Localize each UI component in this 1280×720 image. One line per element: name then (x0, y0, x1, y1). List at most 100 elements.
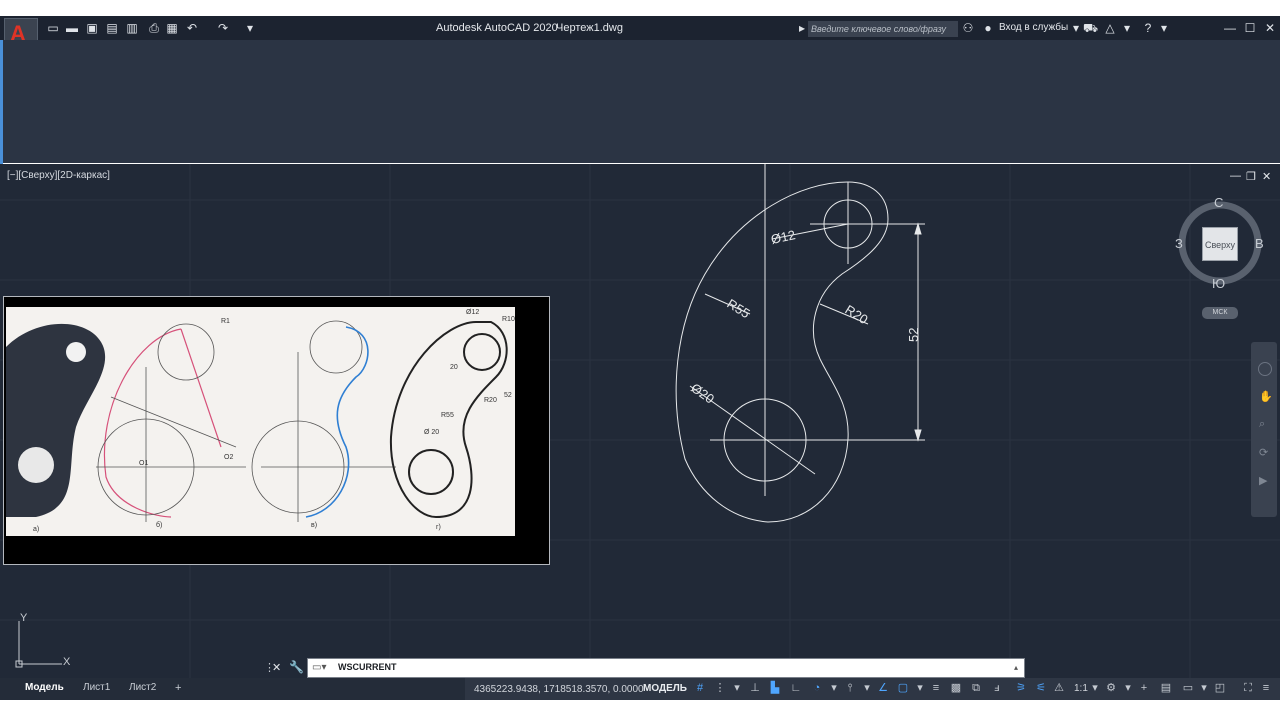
help-icon[interactable]: ? (1142, 22, 1154, 34)
grid-icon[interactable]: # (693, 682, 707, 694)
close-icon[interactable]: ✕ (1264, 22, 1276, 34)
maximize-icon[interactable]: ☐ (1244, 22, 1256, 34)
customize-wrench-icon[interactable]: 🔧 (289, 660, 304, 674)
ref-label-o1: O1 (139, 460, 148, 467)
selection-cycling-icon[interactable]: ⧉ (969, 682, 983, 694)
command-history-icon[interactable]: ▭▾ (312, 662, 326, 673)
viewcube-south[interactable]: Ю (1212, 276, 1225, 291)
workspace-gear-icon[interactable]: ⚙ (1104, 682, 1118, 694)
redo-icon[interactable]: ↷ (217, 22, 229, 34)
chevron-down-icon[interactable]: ▾ (827, 682, 841, 694)
steering-wheel-icon[interactable] (1258, 362, 1272, 376)
annotation-scale-value[interactable]: 1:1 (1074, 683, 1088, 694)
tab-model[interactable]: Модель (19, 682, 70, 693)
annotation-monitor-icon[interactable]: + (1137, 682, 1151, 694)
customization-menu-icon[interactable]: ≡ (1259, 682, 1273, 694)
user-icon[interactable]: ● (982, 22, 994, 34)
drawing-viewport[interactable]: [−][Сверху][2D-каркас] — ❐ ✕ Ø12 R55 R20… (0, 164, 1280, 684)
new-icon[interactable]: ▭ (47, 22, 59, 34)
save-icon[interactable]: ▣ (86, 22, 98, 34)
search-expand-icon[interactable]: ▸ (796, 22, 808, 34)
chevron-down-icon[interactable]: ▾ (1121, 22, 1133, 34)
dim-r55[interactable]: R55 (724, 296, 752, 321)
chevron-up-icon[interactable]: ▴ (1014, 663, 1018, 672)
viewcube-north[interactable]: С (1214, 195, 1223, 210)
print-icon[interactable]: ▦ (166, 22, 178, 34)
chevron-down-icon[interactable]: ▾ (1121, 682, 1135, 694)
isolate-objects-icon[interactable]: ◰ (1213, 682, 1227, 694)
ref-label-o2: O2 (224, 454, 233, 461)
dynamic-input-icon[interactable]: ▙ (768, 682, 782, 694)
viewcube-west[interactable]: З (1175, 236, 1183, 251)
dim-d12[interactable]: Ø12 (770, 227, 797, 247)
zoom-icon[interactable]: ⌕ (1259, 418, 1265, 431)
chevron-down-icon[interactable]: ▾ (913, 682, 927, 694)
web-mobile-icon[interactable]: ▥ (126, 22, 138, 34)
command-line-handle: ⋮ ✕ 🔧 (262, 658, 307, 678)
wcs-menu[interactable]: МСК (1202, 307, 1238, 319)
3d-osnap-icon[interactable]: ⅎ (990, 682, 1004, 694)
snap-icon[interactable]: ⋮ (713, 682, 727, 694)
chevron-down-icon[interactable]: ▾ (860, 682, 874, 694)
chevron-down-icon[interactable]: ▾ (1197, 682, 1211, 694)
open-icon[interactable]: ▬ (66, 22, 78, 34)
ref-label-a: а) (33, 526, 39, 533)
navigation-bar[interactable]: ✋ ⌕ ⟳ ▶ (1251, 342, 1277, 517)
pan-icon[interactable]: ✋ (1259, 390, 1273, 403)
document-title: Чертеж1.dwg (556, 22, 623, 34)
lineweight-icon[interactable]: ≡ (929, 682, 943, 694)
quick-properties-icon[interactable]: ▭ (1181, 682, 1195, 694)
viewcube-top-face[interactable]: Сверху (1202, 227, 1238, 261)
ucs-icon: Y X (15, 612, 71, 668)
customize-icon[interactable]: ▾ (244, 22, 256, 34)
ref-label-g: г) (436, 524, 441, 531)
infer-constraints-icon[interactable]: ⊥ (748, 682, 762, 694)
orbit-icon[interactable]: ⟳ (1259, 446, 1268, 459)
polar-tracking-icon[interactable]: ◔ (810, 682, 824, 694)
chevron-down-icon[interactable]: ▾ (730, 682, 744, 694)
model-space-button[interactable]: МОДЕЛЬ (643, 683, 687, 694)
close-icon[interactable]: ✕ (272, 661, 281, 674)
showmotion-icon[interactable]: ▶ (1259, 474, 1267, 487)
annotation-scale-icon[interactable]: ⚠ (1052, 682, 1066, 694)
search-input[interactable]: Введите ключевое слово/фразу (808, 21, 958, 37)
transparency-icon[interactable]: ▩ (949, 682, 963, 694)
ref-label-52: 52 (504, 392, 512, 399)
ref-label-v: в) (311, 522, 317, 529)
cart-icon[interactable]: ⛟ (1083, 22, 1098, 34)
chevron-down-icon[interactable]: ▾ (1070, 22, 1082, 34)
add-layout-button[interactable]: + (169, 682, 187, 694)
tab-layout2[interactable]: Лист2 (123, 682, 162, 693)
ortho-icon[interactable]: ∟ (789, 682, 803, 694)
isodraft-icon[interactable]: ⫯ (843, 682, 857, 694)
reference-image[interactable]: а) б) в) г) R1 Ø12 R10 R55 R20 Ø 20 20 5… (6, 307, 515, 536)
chevron-down-icon[interactable]: ▾ (1088, 682, 1102, 694)
ref-label-d20: Ø 20 (424, 429, 439, 436)
dim-52[interactable]: 52 (906, 328, 921, 342)
object-snap-tracking-icon[interactable]: ∠ (876, 682, 890, 694)
autoscale-icon[interactable]: ⚟ (1034, 682, 1048, 694)
object-snap-icon[interactable]: ▢ (896, 682, 910, 694)
ref-label-d12: Ø12 (466, 309, 479, 316)
binoculars-icon[interactable]: ⚇ (962, 22, 974, 34)
chevron-down-icon[interactable]: ▾ (1158, 22, 1170, 34)
tab-layout1[interactable]: Лист1 (77, 682, 116, 693)
command-input[interactable]: WSCURRENT (338, 662, 397, 672)
coordinates-readout[interactable]: 4365223.9438, 1718518.3570, 0.0000 (474, 684, 644, 695)
dim-d20[interactable]: Ø20 (688, 380, 717, 406)
plot-icon[interactable]: ⎙ (148, 22, 160, 34)
signin-label[interactable]: Вход в службы (999, 22, 1068, 33)
undo-icon[interactable]: ↶ (186, 22, 198, 34)
autodesk-app-icon[interactable]: △ (1104, 22, 1116, 34)
viewcube-east[interactable]: В (1255, 236, 1264, 251)
ucs-x-label: X (63, 656, 71, 668)
units-icon[interactable]: ▤ (1159, 682, 1173, 694)
command-line[interactable]: ▭▾ WSCURRENT ▴ (307, 658, 1025, 678)
clean-screen-icon[interactable]: ⛶ (1241, 682, 1255, 694)
minimize-icon[interactable]: — (1224, 22, 1236, 34)
save-as-icon[interactable]: ▤ (106, 22, 118, 34)
app-title: Autodesk AutoCAD 2020 (436, 22, 558, 34)
annotation-visibility-icon[interactable]: ⚞ (1014, 682, 1028, 694)
reference-sketch: а) б) в) г) R1 Ø12 R10 R55 R20 Ø 20 20 5… (6, 309, 515, 533)
ref-label-r1: R1 (221, 318, 230, 325)
